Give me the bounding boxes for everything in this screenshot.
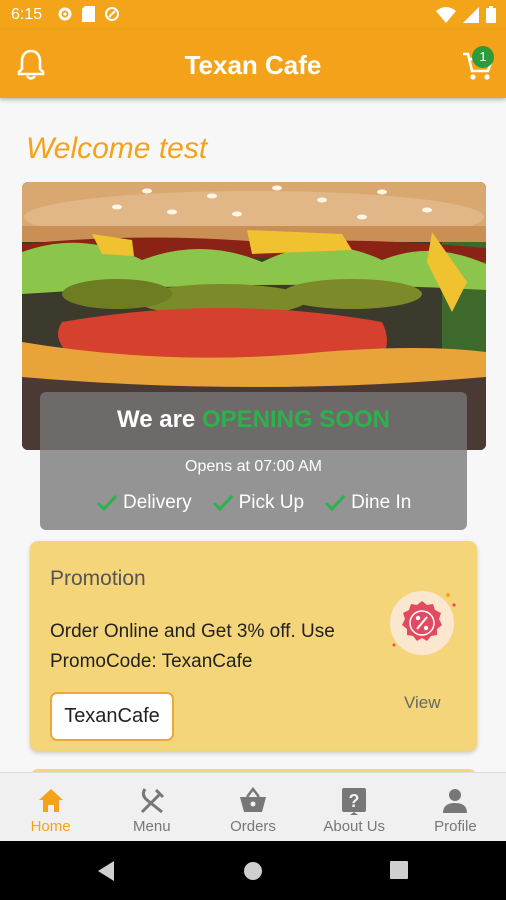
status-bar: 6:15 [0, 0, 506, 30]
opens-at-text: Opens at 07:00 AM [185, 458, 322, 475]
service-dine-in: Dine In [324, 492, 411, 514]
status-time: 6:15 [11, 6, 43, 23]
view-promotion-button[interactable]: View [404, 693, 441, 713]
discount-badge-icon [390, 591, 456, 655]
check-icon [96, 494, 118, 512]
settings-icon [58, 7, 72, 21]
welcome-text: Welcome test [26, 132, 208, 165]
cart-badge: 1 [472, 46, 494, 68]
battery-icon [486, 6, 496, 23]
nav-about-us[interactable]: ? About Us [304, 773, 405, 841]
wifi-icon [436, 6, 456, 23]
nav-label: About Us [323, 818, 386, 835]
fork-knife-icon [140, 788, 164, 814]
sd-card-icon [82, 6, 95, 22]
system-navigation-bar [0, 841, 506, 900]
app-title: Texan Cafe [184, 50, 322, 80]
help-icon: ? [342, 788, 367, 815]
check-icon [325, 494, 346, 512]
home-button-icon[interactable] [243, 861, 263, 881]
home-icon [38, 789, 63, 812]
banner-highlight: OPENING SOON [201, 406, 390, 433]
service-label: Pick Up [238, 492, 305, 513]
nav-menu[interactable]: Menu [101, 773, 202, 841]
app-bar: Texan Cafe [0, 30, 506, 98]
nav-orders[interactable]: Orders [202, 773, 303, 841]
data-saver-icon [105, 7, 119, 21]
recents-icon[interactable] [390, 861, 408, 879]
bottom-navigation: Home Menu Orders ? About Us Profile [0, 772, 506, 841]
back-icon[interactable] [96, 861, 116, 881]
person-icon [443, 789, 468, 813]
check-icon [212, 494, 233, 512]
opening-soon-banner: We are OPENING SOON Opens at 07:00 AM De… [40, 392, 467, 530]
signal-icon [463, 6, 479, 23]
banner-headline: We are OPENING SOON [40, 406, 467, 434]
banner-prefix: We are [117, 406, 196, 433]
svg-text:?: ? [349, 791, 360, 811]
service-pickup: Pick Up [212, 492, 304, 514]
promotion-card[interactable]: Promotion Order Online and Get 3% off. U… [30, 541, 477, 751]
service-label: Delivery [123, 492, 192, 513]
nav-label: Profile [434, 818, 477, 835]
services-list: Delivery Pick Up Dine In [96, 492, 411, 514]
nav-label: Orders [230, 818, 276, 835]
nav-home[interactable]: Home [0, 773, 101, 841]
nav-label: Home [30, 818, 71, 835]
service-label: Dine In [351, 492, 412, 513]
basket-icon [240, 786, 266, 812]
nav-profile[interactable]: Profile [405, 773, 506, 841]
service-delivery: Delivery [96, 492, 192, 514]
promo-code-chip[interactable]: TexanCafe [50, 692, 174, 741]
nav-label: Menu [133, 818, 171, 835]
promotion-title: Promotion [50, 567, 146, 590]
promotion-description: Order Online and Get 3% off. Use PromoCo… [50, 621, 335, 672]
